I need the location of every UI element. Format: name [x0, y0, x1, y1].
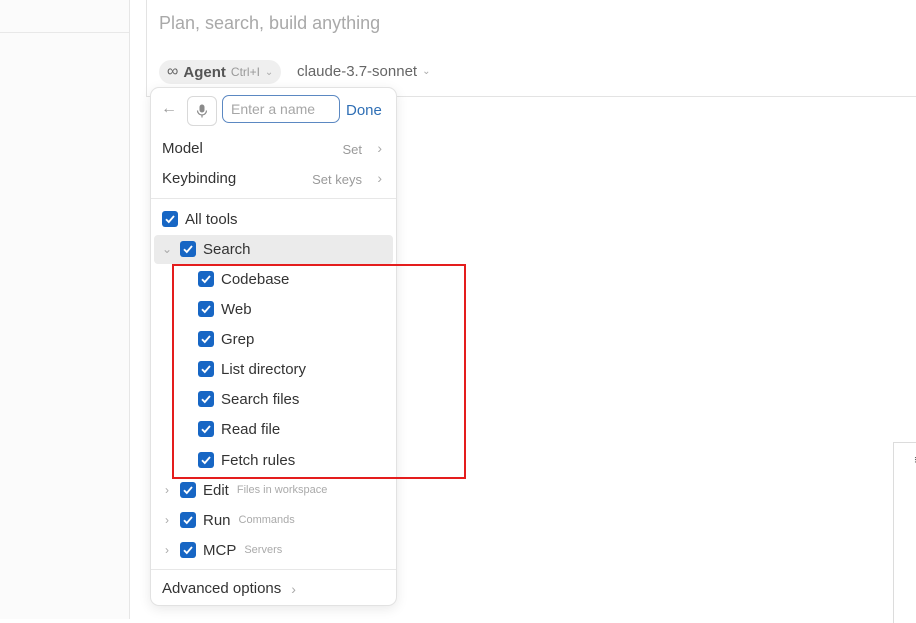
- mode-selector[interactable]: ∞ Agent Ctrl+I ⌄: [159, 60, 282, 84]
- infinity-icon: ∞: [167, 63, 179, 80]
- mode-shortcut: Ctrl+I: [230, 65, 260, 79]
- checkbox-checked-icon[interactable]: [180, 241, 196, 257]
- right-panel-frame: ⁝: [893, 442, 916, 623]
- chevron-right-icon: ›: [377, 140, 382, 156]
- left-sidebar: [0, 0, 130, 619]
- tool-group-mcp[interactable]: › MCP Servers: [161, 535, 282, 565]
- setting-value: Set keys: [312, 172, 362, 187]
- setting-label: Keybinding: [162, 170, 237, 187]
- chevron-down-icon: ⌄: [422, 66, 431, 77]
- annotation-highlight-box: [172, 264, 466, 479]
- chevron-right-icon: ›: [291, 580, 296, 597]
- composer: Plan, search, build anything ∞ Agent Ctr…: [146, 0, 916, 97]
- composer-placeholder[interactable]: Plan, search, build anything: [159, 13, 380, 34]
- setting-value: Set: [342, 142, 362, 157]
- advanced-options-row[interactable]: Advanced options ›: [162, 580, 296, 597]
- icon-picker-button[interactable]: [187, 96, 217, 126]
- microphone-icon: [196, 104, 208, 118]
- checkbox-checked-icon[interactable]: [180, 542, 196, 558]
- done-button[interactable]: Done: [346, 102, 382, 119]
- chevron-down-icon: ⌄: [264, 66, 274, 78]
- tool-label: All tools: [185, 210, 238, 228]
- chevron-right-icon: ›: [377, 170, 382, 186]
- tool-group-label: Edit: [203, 481, 229, 499]
- model-setting-row[interactable]: Model Set ›: [151, 134, 396, 164]
- chevron-down-icon[interactable]: ⌄: [161, 242, 173, 256]
- keybinding-setting-row[interactable]: Keybinding Set keys ›: [151, 164, 396, 194]
- model-selector[interactable]: claude-3.7-sonnet ⌄: [297, 63, 430, 80]
- mode-name-input[interactable]: [222, 95, 340, 123]
- tool-group-run[interactable]: › Run Commands: [161, 505, 295, 535]
- tool-group-label: Run: [203, 511, 231, 529]
- advanced-options-label: Advanced options: [162, 580, 282, 597]
- tool-group-search[interactable]: ⌄ Search: [161, 234, 251, 264]
- tool-group-sublabel: Servers: [244, 544, 283, 556]
- divider: [151, 198, 396, 199]
- tool-group-sublabel: Commands: [238, 514, 295, 526]
- sidebar-divider: [0, 32, 129, 33]
- chevron-right-icon[interactable]: ›: [161, 483, 173, 497]
- divider: [151, 569, 396, 570]
- chevron-right-icon[interactable]: ›: [161, 543, 173, 557]
- tool-group-label: MCP: [203, 541, 237, 559]
- tool-group-edit[interactable]: › Edit Files in workspace: [161, 475, 327, 505]
- model-name: claude-3.7-sonnet: [297, 63, 418, 80]
- tool-group-sublabel: Files in workspace: [236, 484, 328, 496]
- checkbox-checked-icon[interactable]: [180, 482, 196, 498]
- chevron-right-icon[interactable]: ›: [161, 513, 173, 527]
- all-tools-row[interactable]: All tools: [162, 204, 238, 234]
- checkbox-checked-icon[interactable]: [180, 512, 196, 528]
- checkbox-checked-icon[interactable]: [162, 211, 178, 227]
- mode-label: Agent: [183, 63, 226, 81]
- back-arrow-icon[interactable]: ←: [161, 100, 177, 118]
- tool-group-label: Search: [203, 240, 251, 258]
- setting-label: Model: [162, 140, 203, 157]
